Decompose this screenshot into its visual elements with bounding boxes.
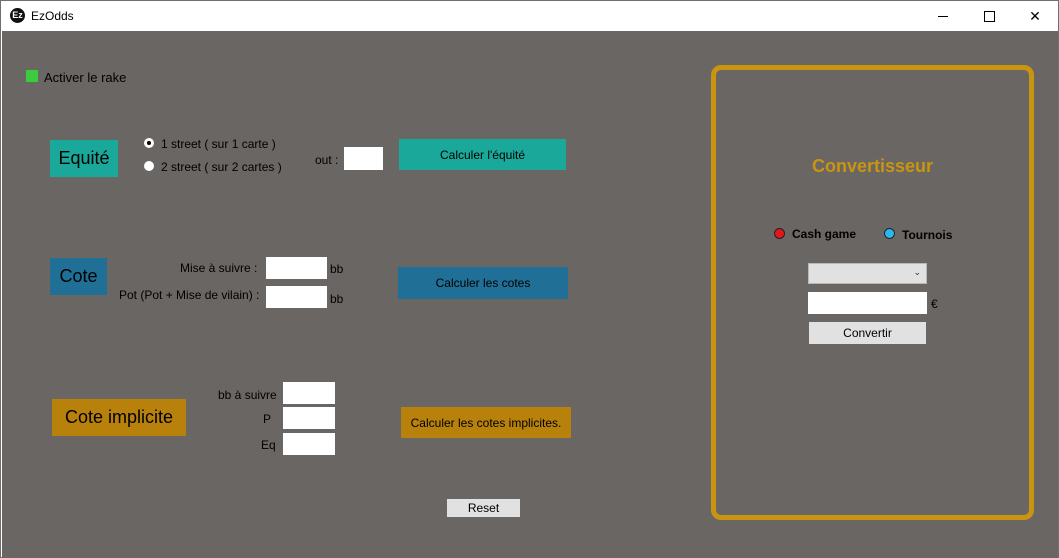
equite-section-text: Equité — [58, 148, 110, 168]
maximize-icon — [983, 10, 995, 22]
radio-2-street[interactable] — [144, 161, 154, 171]
reset-button[interactable]: Reset — [447, 499, 520, 517]
cash-game-label: Cash game — [792, 227, 857, 241]
p-label: P — [263, 412, 272, 426]
radio-2-street-label: 2 street ( sur 2 cartes ) — [161, 160, 282, 174]
cote-section-label: Cote — [50, 258, 107, 295]
mise-a-suivre-label: Mise à suivre : — [180, 261, 258, 275]
reset-label: Reset — [467, 501, 500, 515]
convertisseur-title: Convertisseur — [811, 156, 934, 176]
pot-label: Pot (Pot + Mise de vilain) : — [119, 288, 260, 302]
calculer-equite-label: Calculer l'équité — [439, 147, 525, 162]
close-button[interactable]: ✕ — [1012, 1, 1058, 31]
eq-label: Eq — [261, 438, 276, 452]
pot-unit-label: bb — [330, 292, 344, 306]
amount-input[interactable] — [808, 292, 927, 314]
mise-a-suivre-input[interactable] — [266, 257, 327, 279]
title-bar[interactable]: Ez EzOdds ✕ — [1, 1, 1058, 31]
minimize-icon — [938, 15, 948, 17]
convertir-button[interactable]: Convertir — [809, 322, 926, 344]
rake-checkbox[interactable] — [26, 70, 38, 82]
radio-1-street-label: 1 street ( sur 1 carte ) — [161, 137, 276, 151]
app-window: Ez EzOdds ✕ Activer le rake Equité 1 str… — [0, 0, 1059, 558]
euro-label: € — [931, 297, 938, 311]
bb-a-suivre-label: bb à suivre — [218, 388, 277, 402]
calculer-cotes-implicites-label: Calculer les cotes implicites. — [410, 415, 562, 430]
eq-input[interactable] — [283, 433, 335, 455]
out-input[interactable] — [344, 147, 383, 170]
main-panel: Activer le rake Equité 1 street ( sur 1 … — [2, 31, 1058, 558]
chevron-down-icon: ⌄ — [913, 267, 921, 277]
cote-implicite-section-label: Cote implicite — [52, 399, 186, 436]
cash-game-radio[interactable] — [774, 228, 785, 239]
equite-section-label: Equité — [50, 140, 118, 177]
calculer-equite-button[interactable]: Calculer l'équité — [399, 139, 566, 170]
calculer-cotes-implicites-button[interactable]: Calculer les cotes implicites. — [401, 407, 571, 438]
calculer-cotes-label: Calculer les cotes — [435, 276, 531, 290]
cote-implicite-section-text: Cote implicite — [64, 407, 174, 427]
calculer-cotes-button[interactable]: Calculer les cotes — [398, 267, 568, 299]
maximize-button[interactable] — [966, 1, 1012, 31]
p-input[interactable] — [283, 407, 335, 429]
window-title: EzOdds — [31, 9, 74, 23]
minimize-button[interactable] — [920, 1, 966, 31]
app-logo-icon: Ez — [10, 8, 25, 23]
out-label: out : — [315, 153, 339, 167]
tournois-label: Tournois — [902, 228, 953, 242]
mise-unit-label: bb — [330, 262, 344, 276]
cote-section-text: Cote — [59, 266, 98, 286]
radio-1-street[interactable] — [144, 138, 154, 148]
convertir-label: Convertir — [843, 326, 892, 340]
close-icon: ✕ — [1029, 7, 1041, 24]
rake-label: Activer le rake — [44, 70, 127, 85]
pot-input[interactable] — [266, 286, 327, 308]
bb-a-suivre-input[interactable] — [283, 382, 335, 404]
tournois-radio[interactable] — [884, 228, 895, 239]
currency-select[interactable]: ⌄ — [808, 263, 927, 284]
